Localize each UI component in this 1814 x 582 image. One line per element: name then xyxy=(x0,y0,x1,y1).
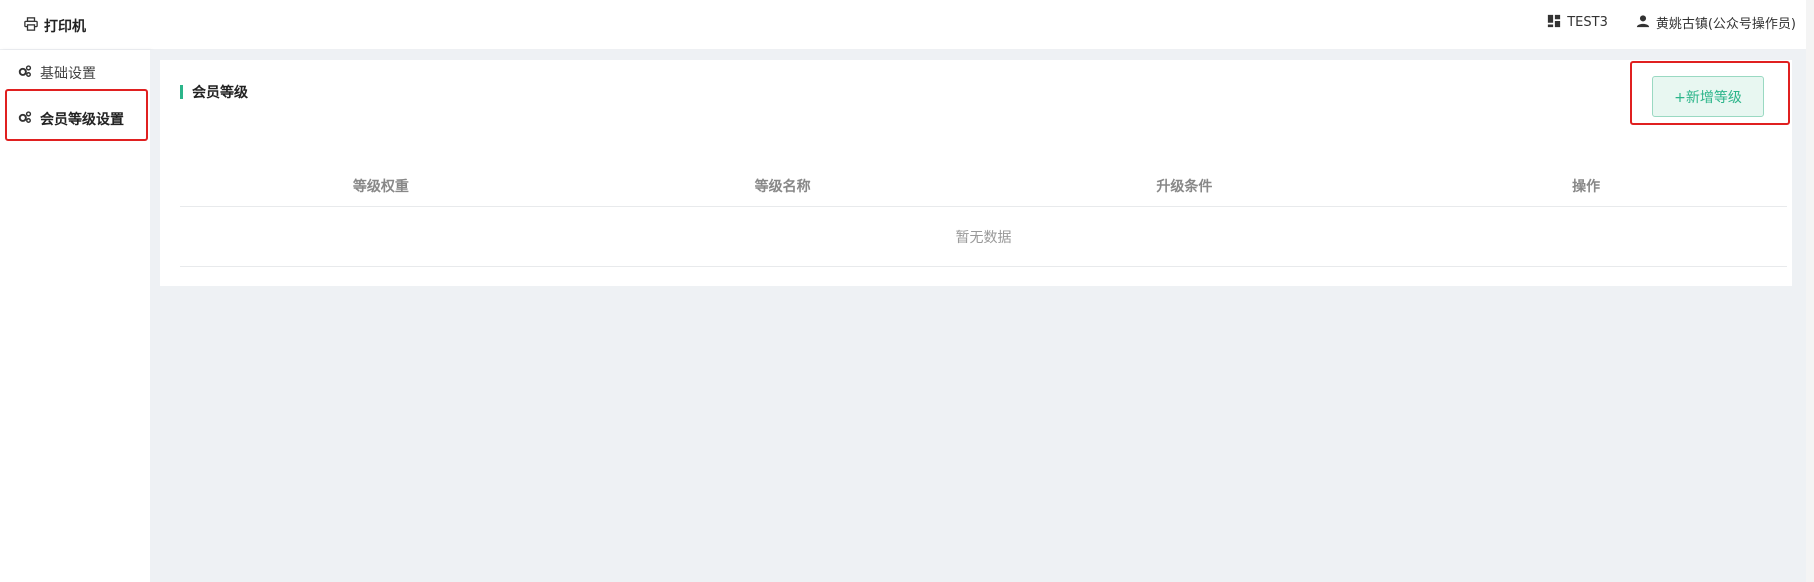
add-level-button[interactable]: +新增等级 xyxy=(1652,76,1764,117)
column-header-condition: 升级条件 xyxy=(1156,178,1213,195)
brand[interactable]: 打印机 xyxy=(24,16,86,36)
top-bar: 打印机 TEST3 黄姚古镇(公众号操作员) xyxy=(0,0,1814,50)
gears-icon xyxy=(18,64,32,82)
table-header: 等级权重 等级名称 升级条件 操作 xyxy=(180,165,1787,207)
gears-icon xyxy=(18,110,32,128)
user-icon xyxy=(1636,14,1650,32)
level-table: 等级权重 等级名称 升级条件 操作 暂无数据 xyxy=(180,165,1787,267)
sidebar-item-label: 会员等级设置 xyxy=(40,112,124,128)
column-header-actions: 操作 xyxy=(1572,178,1601,195)
sidebar-item-member-level-settings[interactable]: 会员等级设置 xyxy=(0,96,150,142)
column-header-name: 等级名称 xyxy=(754,178,811,195)
scrollbar[interactable] xyxy=(1806,0,1814,582)
store-label: TEST3 xyxy=(1567,15,1608,30)
user-menu[interactable]: 黄姚古镇(公众号操作员) xyxy=(1636,13,1796,32)
page-title: 会员等级 xyxy=(180,82,248,102)
empty-state: 暂无数据 xyxy=(180,207,1787,267)
sidebar: 基础设置 会员等级设置 xyxy=(0,50,150,582)
dashboard-icon xyxy=(1547,14,1561,32)
store-switch[interactable]: TEST3 xyxy=(1547,14,1608,32)
sidebar-item-label: 基础设置 xyxy=(40,66,96,82)
brand-label: 打印机 xyxy=(44,19,86,35)
title-accent-bar xyxy=(180,85,183,99)
member-level-card: 会员等级 +新增等级 等级权重 等级名称 升级条件 操作 暂无数据 xyxy=(160,60,1792,286)
user-label: 黄姚古镇(公众号操作员) xyxy=(1655,17,1796,32)
column-header-weight: 等级权重 xyxy=(352,178,409,195)
top-right-menu: TEST3 黄姚古镇(公众号操作员) xyxy=(1547,13,1796,32)
printer-icon xyxy=(24,17,38,35)
sidebar-item-basic-settings[interactable]: 基础设置 xyxy=(0,50,150,96)
page-title-text: 会员等级 xyxy=(192,85,248,101)
